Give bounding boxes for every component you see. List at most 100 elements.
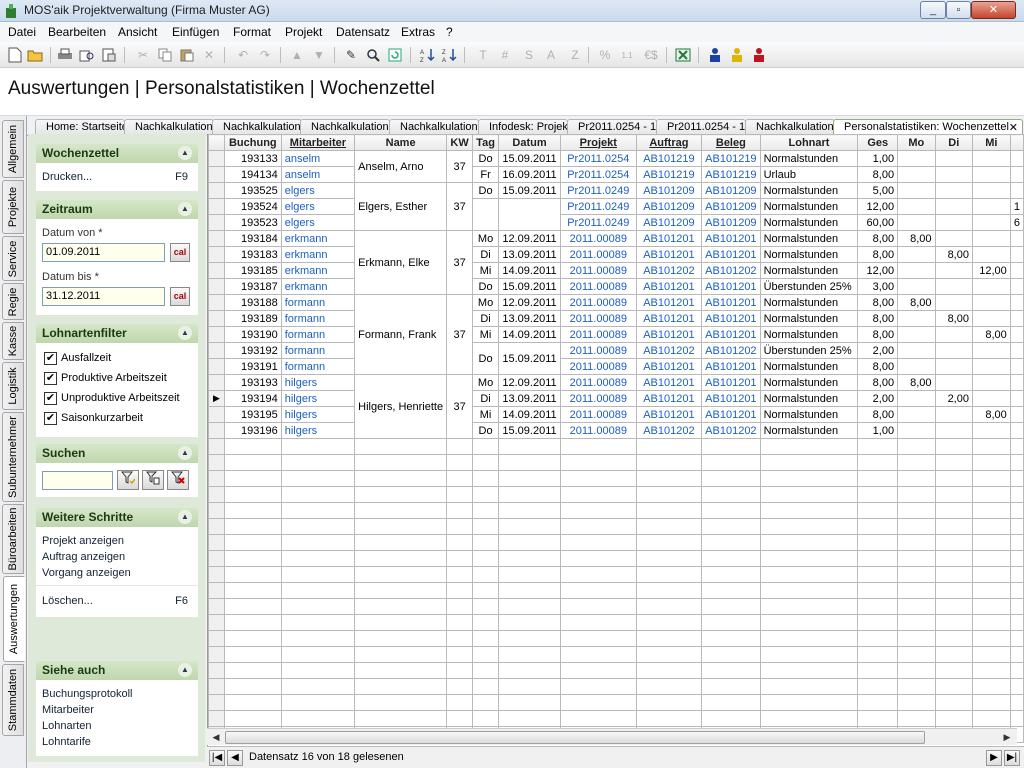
table-row[interactable]: [208, 534, 1024, 551]
cell-mi[interactable]: [971, 374, 1011, 391]
empty-cell[interactable]: [971, 694, 1011, 711]
empty-cell[interactable]: [560, 486, 637, 503]
cell-tag[interactable]: Mi: [472, 406, 500, 423]
table-row[interactable]: 193190 formann Mi 14.09.2011 2011.00089 AB101…: [208, 326, 1024, 343]
cell-tag[interactable]: Do: [472, 422, 500, 439]
cell-projekt[interactable]: Pr2011.0254: [560, 150, 637, 167]
empty-cell[interactable]: [472, 566, 500, 583]
lohnarten-section-header[interactable]: Lohnartenfilter ▲: [36, 324, 198, 343]
empty-cell[interactable]: [354, 502, 448, 519]
row-selector[interactable]: [208, 294, 225, 311]
header-mitarbeiter[interactable]: Mitarbeiter: [280, 134, 356, 151]
row-selector[interactable]: [208, 678, 225, 695]
empty-cell[interactable]: [472, 534, 500, 551]
cell-di[interactable]: [934, 342, 973, 359]
empty-cell[interactable]: [897, 614, 936, 631]
cell-di[interactable]: 8,00: [934, 246, 973, 263]
empty-cell[interactable]: [635, 550, 703, 567]
weitere-schritte-section-header[interactable]: Weitere Schritte ▲: [36, 508, 198, 527]
cell-kw[interactable]: 37: [446, 294, 474, 375]
cell-buchung[interactable]: 193193: [223, 374, 282, 391]
cell-mi[interactable]: 8,00: [971, 406, 1011, 423]
empty-cell[interactable]: [354, 662, 448, 679]
cell-mo[interactable]: [897, 262, 936, 279]
empty-cell[interactable]: [354, 566, 448, 583]
cell-buchung[interactable]: 193190: [223, 326, 282, 343]
cell-buchung[interactable]: 193189: [223, 310, 282, 327]
cell-auftrag[interactable]: AB101201: [635, 294, 703, 311]
cell-buchung[interactable]: 193184: [223, 230, 282, 247]
empty-cell[interactable]: [897, 502, 936, 519]
empty-cell[interactable]: [280, 710, 356, 727]
empty-cell[interactable]: [701, 534, 761, 551]
cell-mo[interactable]: 8,00: [897, 374, 936, 391]
row-selector[interactable]: [208, 614, 225, 631]
unproduktive-checkbox[interactable]: ✔: [44, 392, 57, 405]
scrollbar-thumb[interactable]: [225, 731, 925, 744]
empty-cell[interactable]: [897, 550, 936, 567]
header-datum[interactable]: Datum: [498, 134, 561, 151]
suchen-section-header[interactable]: Suchen ▲: [36, 444, 198, 463]
empty-cell[interactable]: [223, 662, 282, 679]
cell-do[interactable]: [1009, 326, 1024, 343]
cell-datum[interactable]: 16.09.2011: [498, 166, 561, 183]
cell-buchung[interactable]: 193187: [223, 278, 282, 295]
cell-mitarbeiter[interactable]: formann: [280, 326, 356, 343]
filter-clear-icon[interactable]: [167, 470, 189, 490]
row-selector[interactable]: [208, 166, 225, 183]
empty-cell[interactable]: [498, 470, 561, 487]
header-kw[interactable]: KW: [446, 134, 474, 151]
vtab-service[interactable]: Service: [2, 236, 24, 281]
empty-cell[interactable]: [498, 614, 561, 631]
empty-cell[interactable]: [759, 662, 859, 679]
empty-cell[interactable]: [472, 502, 500, 519]
empty-cell[interactable]: [759, 502, 859, 519]
cell-lohnart[interactable]: Normalstunden: [759, 198, 859, 215]
row-selector[interactable]: [208, 694, 225, 711]
cell-ges[interactable]: 8,00: [857, 374, 899, 391]
cell-ges[interactable]: 8,00: [857, 294, 899, 311]
empty-cell[interactable]: [897, 630, 936, 647]
cell-mitarbeiter[interactable]: formann: [280, 342, 356, 359]
empty-cell[interactable]: [857, 582, 899, 599]
projekt-anzeigen-link[interactable]: Projekt anzeigen: [42, 535, 124, 547]
redo-icon[interactable]: ↷: [256, 46, 274, 64]
header-mo[interactable]: Mo: [897, 134, 936, 151]
empty-cell[interactable]: [934, 454, 973, 471]
table-row[interactable]: 193133 anselm Anselm, Arno 37 Do 15.09.2011 Pr…: [208, 150, 1024, 183]
table-row[interactable]: 193188 formann Formann, Frank 37 Mo 12.09.201…: [208, 294, 1024, 375]
empty-cell[interactable]: [498, 502, 561, 519]
empty-cell[interactable]: [857, 566, 899, 583]
cell-mitarbeiter[interactable]: anselm: [280, 150, 356, 167]
empty-cell[interactable]: [897, 710, 936, 727]
cell-di[interactable]: [934, 278, 973, 295]
empty-cell[interactable]: [857, 470, 899, 487]
empty-cell[interactable]: [280, 438, 356, 455]
empty-cell[interactable]: [857, 662, 899, 679]
cell-buchung[interactable]: 194134: [223, 166, 282, 183]
cell-mitarbeiter[interactable]: formann: [280, 310, 356, 327]
header-ges[interactable]: Ges: [857, 134, 899, 151]
empty-cell[interactable]: [971, 438, 1011, 455]
cell-ges[interactable]: 1,00: [857, 150, 899, 167]
row-selector[interactable]: [208, 662, 225, 679]
cell-lohnart[interactable]: Normalstunden: [759, 390, 859, 407]
row-selector[interactable]: [208, 150, 225, 167]
cell-mi[interactable]: [971, 198, 1011, 215]
cell-datum[interactable]: [498, 198, 561, 231]
move-down-icon[interactable]: ▼: [310, 46, 328, 64]
cell-do[interactable]: [1009, 374, 1024, 391]
saisonkurzarbeit-checkbox[interactable]: ✔: [44, 412, 57, 425]
cell-mo[interactable]: [897, 310, 936, 327]
cell-projekt[interactable]: 2011.00089: [560, 390, 637, 407]
empty-cell[interactable]: [857, 694, 899, 711]
empty-cell[interactable]: [1009, 582, 1024, 599]
cell-projekt[interactable]: 2011.00089: [560, 294, 637, 311]
empty-cell[interactable]: [280, 454, 356, 471]
table-row[interactable]: 193193 hilgers Hilgers, Henriette 37 Mo 12.09…: [208, 374, 1024, 439]
row-selector[interactable]: [208, 374, 225, 391]
row-selector[interactable]: [208, 422, 225, 439]
menu-bearbeiten[interactable]: Bearbeiten: [48, 25, 106, 39]
empty-cell[interactable]: [897, 694, 936, 711]
empty-cell[interactable]: [701, 710, 761, 727]
